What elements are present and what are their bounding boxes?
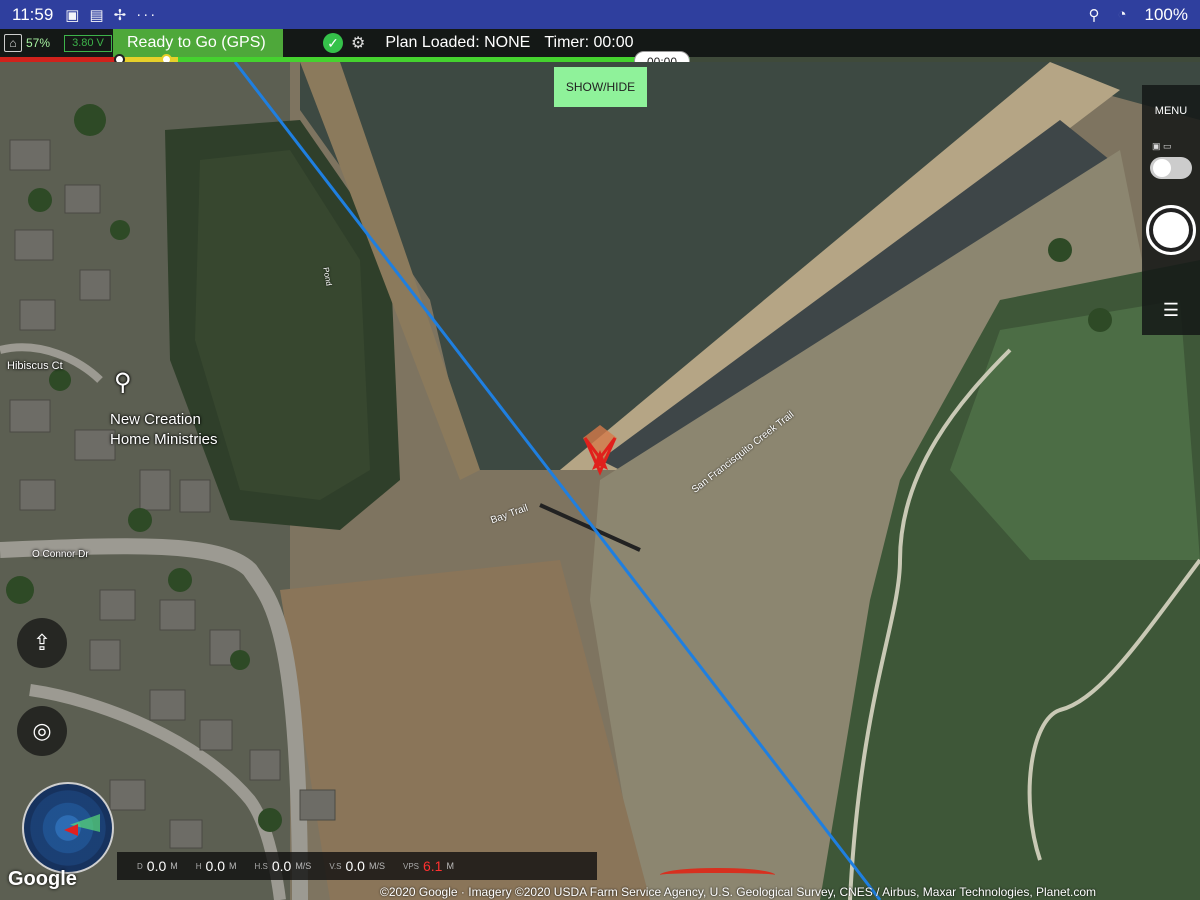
check-circle-icon[interactable]: ✓ bbox=[323, 33, 343, 53]
upload-icon[interactable]: ⇪ bbox=[17, 618, 67, 668]
street-label: Hibiscus Ct bbox=[7, 360, 63, 372]
battery-percent: 57% bbox=[26, 36, 51, 50]
aircraft-battery[interactable]: ⌂ 57% bbox=[0, 34, 60, 52]
vspeed-unit: M/S bbox=[368, 861, 385, 871]
battery-level: 100% bbox=[1144, 4, 1188, 24]
toggle-knob bbox=[1153, 159, 1171, 177]
satellite-icon[interactable]: ⚙ bbox=[351, 33, 365, 53]
aircraft-marker-icon bbox=[64, 824, 78, 836]
gallery-icon: ▤ bbox=[89, 6, 104, 24]
camera-mode-icon: ▣ ▭ bbox=[1152, 141, 1172, 151]
telemetry-bar: D 0.0 M H 0.0 M H.S 0.0 M/S V.S 0.0 M/S … bbox=[117, 852, 597, 880]
compass-icon[interactable]: ◎ bbox=[17, 706, 67, 756]
telemetry-top-bar: ⌂ 57% 3.80 V Ready to Go (GPS) ✓ ⚙ Plan … bbox=[0, 29, 1200, 57]
more-notifications-icon: ··· bbox=[136, 6, 158, 23]
heading-indicator bbox=[660, 868, 775, 882]
shutter-button[interactable] bbox=[1146, 205, 1196, 255]
hspeed-label: H.S bbox=[254, 861, 268, 871]
church-label-line2: Home Ministries bbox=[110, 431, 218, 448]
distance-label: D bbox=[137, 861, 143, 871]
plan-status: Plan Loaded: NONE bbox=[385, 34, 531, 51]
home-point-icon: ⌂ bbox=[4, 34, 22, 52]
height-label: H bbox=[195, 861, 202, 871]
flight-status[interactable]: Ready to Go (GPS) bbox=[113, 29, 283, 57]
radar-widget[interactable] bbox=[22, 782, 114, 874]
settings-icon[interactable]: ☰ bbox=[1142, 290, 1200, 330]
vspeed-label: V.S bbox=[329, 861, 342, 871]
menu-button[interactable]: MENU bbox=[1142, 85, 1200, 137]
vspeed-value: 0.0 bbox=[345, 858, 365, 874]
distance-unit: M bbox=[170, 861, 178, 871]
show-hide-button[interactable]: SHOW/HIDE bbox=[554, 67, 647, 107]
wifi-icon: ◔ bbox=[1117, 6, 1127, 23]
shutter-inner bbox=[1153, 212, 1189, 248]
location-icon: ⚲ bbox=[1088, 6, 1100, 24]
map-imagery bbox=[0, 62, 1200, 900]
height-value: 0.0 bbox=[205, 858, 225, 874]
photo-video-toggle[interactable] bbox=[1150, 157, 1192, 179]
hspeed-unit: M/S bbox=[295, 861, 312, 871]
map-attribution: ©2020 Google · Imagery ©2020 USDA Farm S… bbox=[380, 885, 1097, 899]
timer-readout: Timer: 00:00 bbox=[544, 34, 634, 51]
image-icon: ▣ bbox=[65, 6, 80, 24]
distance-value: 0.0 bbox=[146, 858, 167, 874]
google-logo: Google bbox=[8, 868, 77, 890]
vps-value: 6.1 bbox=[423, 858, 443, 874]
height-unit: M bbox=[229, 861, 237, 871]
voltage-readout: 3.80 V bbox=[64, 34, 112, 52]
place-pin-icon[interactable]: ⚲ bbox=[114, 368, 132, 397]
drone-icon: ✢ bbox=[113, 6, 127, 24]
vps-unit: M bbox=[446, 861, 454, 871]
street-label-2: O Connor Dr bbox=[32, 549, 89, 560]
church-label-line1: New Creation bbox=[110, 411, 201, 428]
camera-panel: MENU ▣ ▭ ☰ bbox=[1142, 85, 1200, 335]
system-status-bar: 11:59 ▣ ▤ ✢ ··· ⚲ ◔ 100% bbox=[0, 0, 1200, 29]
hspeed-value: 0.0 bbox=[271, 858, 292, 874]
vps-label: VPS bbox=[402, 861, 419, 871]
satellite-map[interactable]: Hibiscus Ct New Creation Home Ministries… bbox=[0, 62, 1200, 900]
clock: 11:59 bbox=[12, 4, 54, 24]
